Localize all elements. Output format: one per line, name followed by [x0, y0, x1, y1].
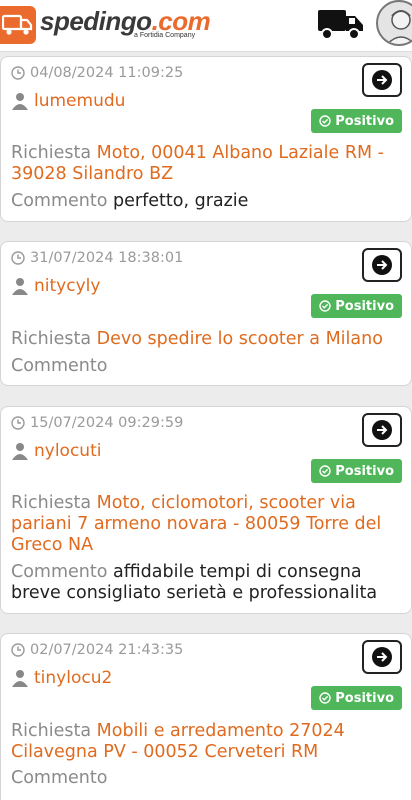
review-user[interactable]: nitycyly: [11, 276, 100, 296]
arrow-right-circle-icon: [372, 255, 392, 275]
review-comment: Commento: [11, 356, 108, 376]
positive-badge: Positivo: [311, 686, 402, 710]
open-review-button[interactable]: [362, 640, 402, 674]
logo-truck-icon[interactable]: [0, 6, 36, 44]
user-icon: [12, 670, 28, 687]
review-user[interactable]: lumemudu: [11, 91, 125, 111]
review-card: 04/08/2024 11:09:25 lumemudu Positivo Ri…: [0, 56, 412, 222]
open-review-button[interactable]: [362, 413, 402, 447]
check-circle-icon: [319, 465, 331, 477]
review-card: 31/07/2024 18:38:01 nitycyly Positivo Ri…: [0, 241, 412, 386]
logo-subtitle: a Fortidia Company: [134, 32, 196, 39]
review-date: 04/08/2024 11:09:25: [11, 65, 183, 81]
review-comment: Commento: [11, 768, 108, 788]
clock-icon: [11, 643, 25, 657]
review-date: 02/07/2024 21:43:35: [11, 642, 183, 658]
truck-icon[interactable]: [316, 6, 366, 46]
review-request: Richiesta Moto, 00041 Albano Laziale RM …: [11, 143, 384, 184]
check-circle-icon: [319, 115, 331, 127]
clock-icon: [11, 251, 25, 265]
review-comment: Commento perfetto, grazie: [11, 191, 249, 211]
review-comment: Commento affidabile tempi di consegna br…: [11, 562, 378, 603]
app-header: spedingo.com a Fortidia Company: [0, 0, 412, 52]
open-review-button[interactable]: [362, 248, 402, 282]
review-request: Richiesta Moto, ciclomotori, scooter via…: [11, 493, 382, 555]
check-circle-icon: [319, 300, 331, 312]
open-review-button[interactable]: [362, 63, 402, 97]
review-request: Richiesta Devo spedire lo scooter a Mila…: [11, 329, 383, 349]
positive-badge: Positivo: [311, 459, 402, 483]
user-icon: [12, 443, 28, 460]
user-icon: [12, 93, 28, 110]
clock-icon: [11, 416, 25, 430]
review-user[interactable]: tinylocu2: [11, 668, 112, 688]
review-date: 31/07/2024 18:38:01: [11, 250, 183, 266]
clock-icon: [11, 66, 25, 80]
check-circle-icon: [319, 692, 331, 704]
avatar[interactable]: [376, 0, 412, 46]
arrow-right-circle-icon: [372, 420, 392, 440]
review-date: 15/07/2024 09:29:59: [11, 415, 183, 431]
review-card: 02/07/2024 21:43:35 tinylocu2 Positivo R…: [0, 633, 412, 800]
review-user[interactable]: nylocuti: [11, 441, 101, 461]
arrow-right-circle-icon: [372, 70, 392, 90]
arrow-right-circle-icon: [372, 647, 392, 667]
user-icon: [12, 278, 28, 295]
positive-badge: Positivo: [311, 109, 402, 133]
review-request: Richiesta Mobili e arredamento 27024 Cil…: [11, 721, 345, 762]
positive-badge: Positivo: [311, 294, 402, 318]
review-card: 15/07/2024 09:29:59 nylocuti Positivo Ri…: [0, 406, 412, 614]
